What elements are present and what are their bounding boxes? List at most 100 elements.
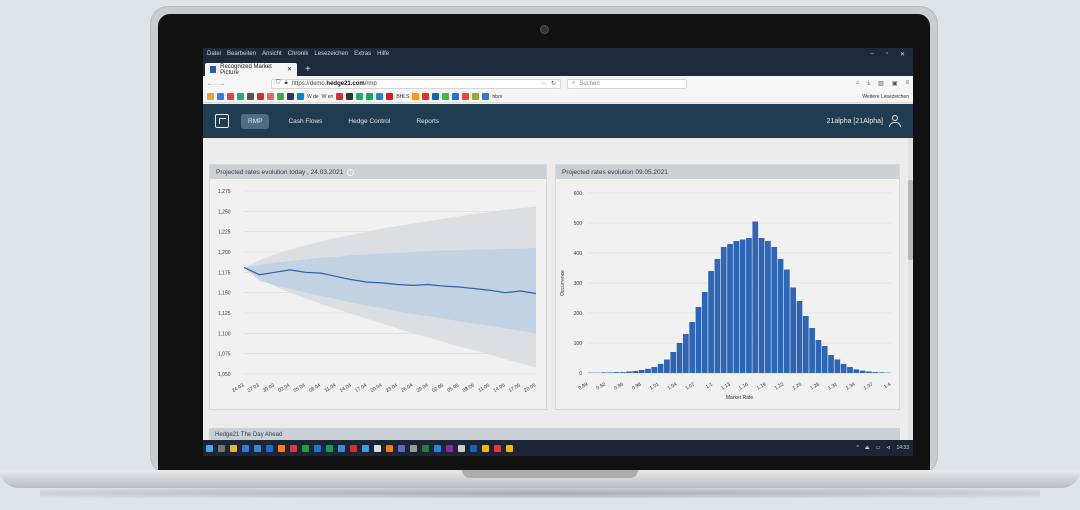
tab-close-icon[interactable]: ✕ bbox=[287, 66, 292, 73]
bookmark-icon[interactable] bbox=[422, 93, 430, 100]
nav-reports[interactable]: Reports bbox=[409, 114, 446, 129]
close-window-button[interactable]: ✕ bbox=[900, 51, 905, 58]
histogram-bar bbox=[821, 346, 828, 373]
app-icon[interactable] bbox=[362, 444, 369, 452]
app-icon[interactable] bbox=[398, 444, 405, 452]
histogram-bar bbox=[840, 364, 847, 373]
bookmark-icon[interactable] bbox=[297, 93, 304, 100]
back-icon[interactable]: ← bbox=[207, 81, 213, 87]
bookmark-icon[interactable] bbox=[452, 93, 460, 100]
bookmark-hbrs[interactable]: hbrs bbox=[492, 94, 502, 100]
browser-menubar: Datei Bearbeiten Ansicht Chronik Lesezei… bbox=[203, 48, 913, 60]
menu-help[interactable]: Hilfe bbox=[377, 51, 389, 57]
maximize-button[interactable]: ▫ bbox=[886, 51, 888, 58]
bookmark-icon[interactable] bbox=[386, 93, 394, 100]
sidebar-icon[interactable]: ▣ bbox=[892, 80, 898, 87]
bookmark-bhls[interactable]: BHLS bbox=[396, 94, 409, 100]
bookmark-wikipedia-de[interactable]: W de bbox=[307, 94, 319, 100]
bookmark-icon[interactable] bbox=[207, 93, 214, 100]
bookmark-icon[interactable] bbox=[366, 93, 374, 100]
histogram-bar bbox=[752, 221, 759, 373]
app-icon[interactable] bbox=[386, 444, 393, 452]
app-icon[interactable] bbox=[446, 444, 453, 452]
nav-cash-flows[interactable]: Cash Flows bbox=[281, 114, 329, 129]
scrollbar-thumb[interactable] bbox=[908, 180, 913, 260]
bookmark-icon[interactable] bbox=[462, 93, 470, 100]
app-icon[interactable] bbox=[266, 444, 273, 452]
menu-file[interactable]: Datei bbox=[207, 51, 221, 57]
explorer-icon[interactable] bbox=[230, 444, 237, 452]
app-icon[interactable] bbox=[314, 444, 321, 452]
bookmark-icon[interactable] bbox=[376, 93, 384, 100]
app-icon[interactable] bbox=[470, 444, 477, 452]
menu-history[interactable]: Chronik bbox=[288, 51, 309, 57]
library-icon[interactable]: ▥ bbox=[878, 80, 884, 87]
tray-chevron-icon[interactable]: ^ bbox=[856, 445, 858, 451]
app-icon[interactable] bbox=[302, 444, 309, 452]
firefox-icon[interactable] bbox=[278, 444, 285, 452]
nav-hedge-control[interactable]: Hedge Control bbox=[341, 114, 397, 129]
app-icon[interactable] bbox=[494, 444, 501, 452]
app-icon[interactable] bbox=[506, 444, 513, 452]
tray-usb-icon[interactable]: ⏏ bbox=[865, 445, 870, 451]
bookmark-icon[interactable] bbox=[482, 93, 490, 100]
home-icon[interactable]: ⌂ bbox=[856, 80, 860, 87]
app-icon[interactable] bbox=[410, 444, 417, 452]
menu-edit[interactable]: Bearbeiten bbox=[227, 51, 256, 57]
bookmark-icon[interactable] bbox=[442, 93, 450, 100]
info-icon[interactable]: i bbox=[347, 168, 355, 176]
bookmark-icon[interactable] bbox=[247, 93, 254, 100]
hedge21-logo-icon[interactable] bbox=[215, 114, 229, 128]
app-icon[interactable] bbox=[434, 444, 441, 452]
forward-icon[interactable]: → bbox=[219, 81, 225, 87]
minimize-button[interactable]: – bbox=[870, 51, 873, 58]
bookmark-icon[interactable] bbox=[267, 93, 274, 100]
y-tick-label: 300 bbox=[574, 281, 583, 287]
bookmark-icon[interactable] bbox=[257, 93, 264, 100]
reload-icon[interactable]: ↻ bbox=[551, 80, 556, 87]
bookmark-icon[interactable] bbox=[336, 93, 344, 100]
nav-rmp[interactable]: RMP bbox=[241, 113, 270, 129]
page-actions-icon[interactable]: ··· bbox=[541, 81, 547, 87]
app-icon[interactable] bbox=[374, 444, 381, 452]
favicon-icon bbox=[210, 66, 217, 73]
bookmark-icon[interactable] bbox=[432, 93, 440, 100]
menu-tools[interactable]: Extras bbox=[354, 51, 371, 57]
menu-icon[interactable]: ≡ bbox=[905, 80, 909, 87]
app-icon[interactable] bbox=[290, 444, 297, 452]
tray-battery-icon[interactable]: ▭ bbox=[876, 445, 881, 451]
app-icon[interactable] bbox=[242, 444, 249, 452]
app-icon[interactable] bbox=[326, 444, 333, 452]
new-tab-button[interactable]: + bbox=[305, 63, 311, 76]
url-bar[interactable]: ⛉ 🔒︎ https://demo.hedge21.com/rmp ··· ↻ bbox=[271, 78, 561, 89]
more-bookmarks[interactable]: Weitere Lesezeichen bbox=[862, 94, 913, 100]
app-icon[interactable] bbox=[350, 444, 357, 452]
app-icon[interactable] bbox=[422, 444, 429, 452]
bookmark-icon[interactable] bbox=[227, 93, 234, 100]
bookmark-icon[interactable] bbox=[472, 93, 480, 100]
bookmark-wikipedia-en[interactable]: W en bbox=[322, 94, 334, 100]
screen: Datei Bearbeiten Ansicht Chronik Lesezei… bbox=[203, 48, 913, 456]
bookmark-icon[interactable] bbox=[346, 93, 354, 100]
search-input[interactable]: ⌕ Suchen bbox=[567, 78, 687, 89]
app-icon[interactable] bbox=[254, 444, 261, 452]
bookmark-icon[interactable] bbox=[412, 93, 420, 100]
tray-volume-icon[interactable]: ⊲ bbox=[886, 445, 890, 451]
app-icon[interactable] bbox=[338, 444, 345, 452]
menu-bookmarks[interactable]: Lesezeichen bbox=[314, 51, 348, 57]
bookmark-icon[interactable] bbox=[237, 93, 244, 100]
user-menu[interactable]: 21alpha [21Alpha] bbox=[827, 115, 901, 127]
app-icon[interactable] bbox=[458, 444, 465, 452]
tab-rmp[interactable]: Recognized Market Picture ✕ bbox=[205, 63, 297, 76]
download-icon[interactable]: ⤓ bbox=[867, 80, 870, 87]
task-view-icon[interactable] bbox=[218, 444, 225, 452]
page-scrollbar[interactable] bbox=[908, 138, 913, 440]
clock[interactable]: 14:33 bbox=[896, 445, 909, 451]
start-icon[interactable] bbox=[206, 444, 213, 452]
bookmark-icon[interactable] bbox=[277, 93, 284, 100]
bookmark-icon[interactable] bbox=[287, 93, 294, 100]
bookmark-icon[interactable] bbox=[356, 93, 364, 100]
menu-view[interactable]: Ansicht bbox=[262, 51, 282, 57]
app-icon[interactable] bbox=[482, 444, 489, 452]
bookmark-icon[interactable] bbox=[217, 93, 224, 100]
